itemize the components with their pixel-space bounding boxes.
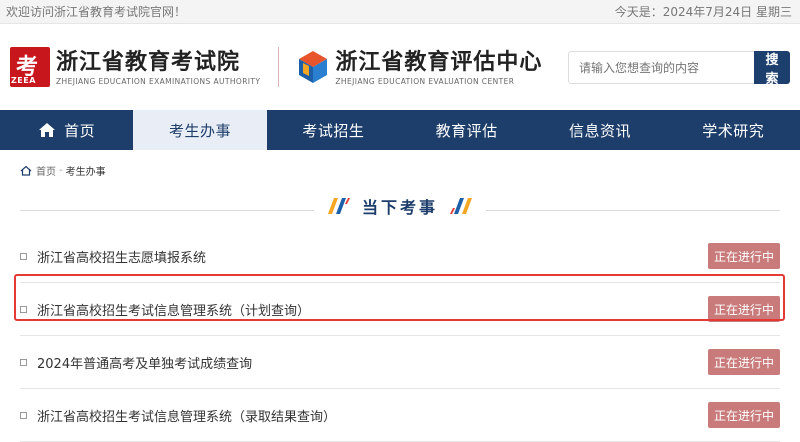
- bullet-icon: [20, 411, 27, 419]
- bullet-icon: [20, 305, 27, 313]
- search-input[interactable]: [568, 51, 754, 84]
- bullet-icon: [20, 358, 27, 366]
- zeea-logo-icon: 考 ZEEA: [10, 47, 50, 87]
- list-item-title[interactable]: 浙江省高校招生考试信息管理系统（计划查询）: [37, 300, 708, 319]
- zeea-logo[interactable]: 考 ZEEA 浙江省教育考试院 ZHEJIANG EDUCATION EXAMI…: [10, 47, 260, 87]
- nav-item-education-evaluation[interactable]: 教育评估: [400, 110, 533, 150]
- home-icon: [20, 165, 32, 176]
- welcome-text: 欢迎访问浙江省教育考试院官网！: [6, 5, 187, 19]
- breadcrumb-separator: -: [59, 165, 63, 176]
- bullet-icon: [20, 252, 27, 260]
- status-button[interactable]: 正在进行中: [708, 349, 780, 375]
- cube-logo-icon: [297, 49, 329, 85]
- evaluation-center-name: 浙江省教育评估中心: [335, 48, 543, 75]
- slash-decoration-icon: [450, 198, 473, 214]
- status-button[interactable]: 正在进行中: [708, 243, 780, 269]
- breadcrumb-home[interactable]: 首页: [36, 163, 56, 178]
- nav-item-home[interactable]: 首页: [0, 110, 133, 150]
- section-title: 当下考事: [361, 198, 439, 217]
- section-header: 当下考事: [20, 188, 780, 224]
- header-divider: [278, 47, 280, 87]
- nav-item-news[interactable]: 信息资讯: [533, 110, 666, 150]
- zeea-name: 浙江省教育考试院: [56, 48, 241, 75]
- list-item-title[interactable]: 浙江省高校招生考试信息管理系统（录取结果查询）: [37, 406, 708, 425]
- main-nav: 首页 考生办事 考试招生 教育评估 信息资讯 学术研究: [0, 110, 800, 150]
- date-text: 今天是：2024年7月24日 星期三: [614, 5, 792, 19]
- list-item[interactable]: 浙江省高校招生考试信息管理系统（录取结果查询） 正在进行中: [20, 389, 780, 442]
- breadcrumb-current[interactable]: 考生办事: [66, 163, 106, 178]
- evaluation-center-name-en: ZHEJIANG EDUCATION EVALUATION CENTER: [335, 76, 515, 86]
- home-icon: [39, 123, 56, 137]
- search-button[interactable]: 搜索: [754, 51, 790, 86]
- search-box: 搜索: [568, 51, 790, 86]
- current-affairs-list: 浙江省高校招生志愿填报系统 正在进行中 浙江省高校招生考试信息管理系统（计划查询…: [20, 230, 780, 442]
- breadcrumb: 首页 - 考生办事: [20, 163, 106, 178]
- list-item[interactable]: 浙江省高校招生考试信息管理系统（计划查询） 正在进行中: [20, 283, 780, 336]
- nav-item-exam-admission[interactable]: 考试招生: [267, 110, 400, 150]
- header: 考 ZEEA 浙江省教育考试院 ZHEJIANG EDUCATION EXAMI…: [0, 24, 800, 110]
- zeea-name-en: ZHEJIANG EDUCATION EXAMINATIONS AUTHORIT…: [56, 76, 261, 86]
- evaluation-center-logo[interactable]: 浙江省教育评估中心 ZHEJIANG EDUCATION EVALUATION …: [297, 49, 542, 86]
- list-item[interactable]: 2024年普通高考及单独考试成绩查询 正在进行中: [20, 336, 780, 389]
- nav-item-candidate-services[interactable]: 考生办事: [133, 110, 267, 150]
- list-item-title[interactable]: 浙江省高校招生志愿填报系统: [37, 247, 708, 266]
- top-bar: 欢迎访问浙江省教育考试院官网！ 今天是：2024年7月24日 星期三: [0, 0, 800, 24]
- list-item-title[interactable]: 2024年普通高考及单独考试成绩查询: [37, 353, 708, 372]
- status-button[interactable]: 正在进行中: [708, 296, 780, 322]
- slash-decoration-icon: [327, 198, 350, 214]
- nav-item-research[interactable]: 学术研究: [667, 110, 800, 150]
- status-button[interactable]: 正在进行中: [708, 402, 780, 428]
- list-item[interactable]: 浙江省高校招生志愿填报系统 正在进行中: [20, 230, 780, 283]
